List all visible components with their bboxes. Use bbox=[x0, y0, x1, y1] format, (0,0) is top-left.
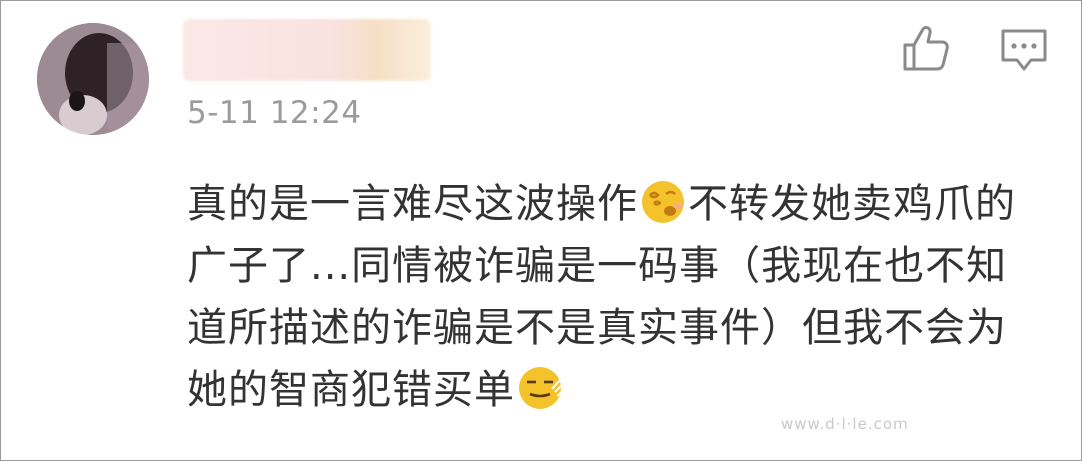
comment-bubble-icon bbox=[1001, 29, 1047, 71]
thumbs-up-icon bbox=[903, 26, 949, 71]
reply-button[interactable] bbox=[999, 27, 1049, 73]
timestamp: 5-11 12:24 bbox=[187, 95, 362, 131]
grimace-face-emoji bbox=[519, 367, 563, 409]
comment-card: 5-11 12:24 真的是一言难尽这波操作 不转发她卖鸡爪的广子了...同情被… bbox=[0, 0, 1082, 461]
comment-text: 真的是一言难尽这波操作 不转发她卖鸡爪的广子了...同情被诈骗是一码事（我现在也… bbox=[187, 173, 1047, 421]
comment-text-part1: 真的是一言难尽这波操作 bbox=[187, 181, 638, 227]
watermark: www.d·l·le.com bbox=[781, 415, 909, 433]
avatar[interactable] bbox=[37, 23, 149, 135]
dizzy-face-emoji bbox=[642, 181, 684, 223]
like-button[interactable] bbox=[899, 23, 951, 73]
username-blurred[interactable] bbox=[183, 19, 431, 81]
